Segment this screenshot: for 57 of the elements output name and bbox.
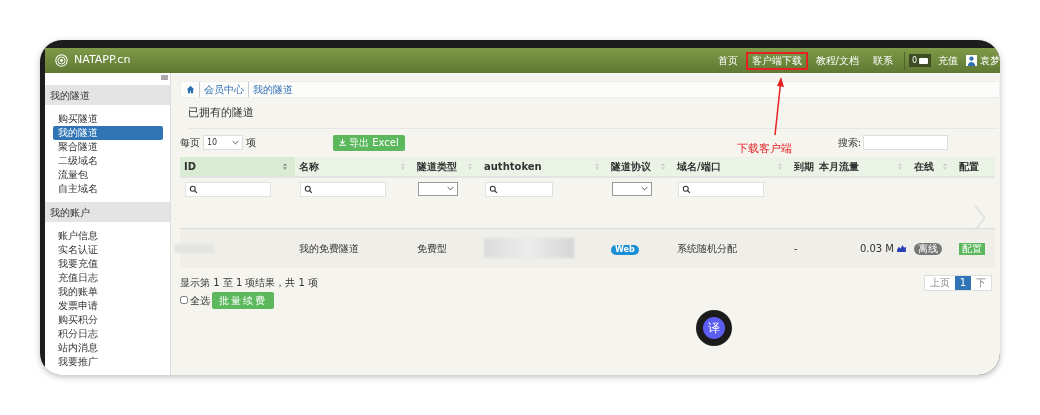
column-header[interactable]: 隧道协议 xyxy=(607,156,673,177)
nav-link[interactable]: 首页 xyxy=(711,51,744,70)
column-header[interactable]: 在线 xyxy=(910,156,955,177)
table-cell: 系统随机分配 xyxy=(673,228,790,268)
sidebar-section-header[interactable]: 我的隧道 xyxy=(45,85,170,105)
column-header[interactable]: 隧道类型 xyxy=(413,156,480,177)
sidebar-item[interactable]: 自主域名 xyxy=(53,182,163,196)
sidebar-item[interactable]: 发票申请 xyxy=(53,299,163,313)
pagination-button[interactable]: 上页 xyxy=(924,275,955,290)
sidebar-item[interactable]: 我的隧道 xyxy=(53,126,163,140)
column-header[interactable]: 域名/端口 xyxy=(673,156,790,177)
breadcrumb-link[interactable]: 我的隧道 xyxy=(248,82,293,97)
page-title: 已拥有的隧道 xyxy=(188,105,998,129)
sidebar-item[interactable]: 购买积分 xyxy=(53,313,163,327)
table-cell: 我的免费隧道 xyxy=(295,228,413,268)
column-header[interactable]: 名称 xyxy=(295,156,413,177)
per-page-unit: 项 xyxy=(246,136,256,150)
recharge-link[interactable]: 充值 xyxy=(938,53,958,68)
sidebar-item[interactable]: 流量包 xyxy=(53,168,163,182)
column-header[interactable]: 配置 xyxy=(955,156,995,177)
table-cell: - xyxy=(790,228,815,268)
translate-button[interactable]: 译 xyxy=(696,310,732,346)
select-all-label: 全选 xyxy=(190,293,210,308)
sidebar-item[interactable]: 积分日志 xyxy=(53,327,163,341)
per-page-select[interactable]: 10 xyxy=(203,135,243,150)
sidebar-item[interactable]: 购买隧道 xyxy=(53,112,163,126)
nav-link[interactable]: 教程/文档 xyxy=(809,51,865,70)
breadcrumb-link[interactable]: 会员中心 xyxy=(199,82,244,97)
sidebar-item[interactable]: 聚合隧道 xyxy=(53,140,163,154)
result-summary: 显示第 1 至 1 项结果，共 1 项 xyxy=(180,276,319,290)
column-header[interactable]: ID xyxy=(180,156,295,177)
column-header[interactable]: 到期 xyxy=(790,156,815,177)
sidebar-item[interactable]: 实名认证 xyxy=(53,243,163,257)
protocol-badge: Web xyxy=(611,244,639,255)
column-header[interactable]: 本月流量 xyxy=(815,156,910,177)
sidebar-item[interactable]: 充值日志 xyxy=(53,271,163,285)
per-page-label: 每页 xyxy=(180,136,200,150)
sidebar-item[interactable]: 我要充值 xyxy=(53,257,163,271)
annotation-text: 下载客户端 xyxy=(737,141,792,157)
sidebar-item[interactable]: 站内消息 xyxy=(53,341,163,355)
mail-badge[interactable]: 0 xyxy=(908,54,931,67)
user-name[interactable]: 袁梦 xyxy=(980,53,1000,68)
column-header[interactable]: authtoken xyxy=(480,156,607,177)
nav-link[interactable]: 联系 xyxy=(866,51,899,70)
sidebar-item[interactable]: 二级域名 xyxy=(53,154,163,168)
sidebar-item[interactable]: 我要推广 xyxy=(53,355,163,369)
pagination-button[interactable]: 下 xyxy=(971,275,991,290)
search-label: 搜索: xyxy=(837,136,862,150)
sidebar-item[interactable]: 账户信息 xyxy=(53,229,163,243)
sidebar-item[interactable]: 我的账单 xyxy=(53,285,163,299)
pagination-button[interactable]: 1 xyxy=(954,275,971,290)
table-cell: 免费型 xyxy=(413,228,480,268)
sidebar-section-header[interactable]: 我的账户 xyxy=(45,202,170,222)
nav-link[interactable]: 客户端下载 xyxy=(745,51,808,70)
traffic-value: 0.03 M xyxy=(859,241,894,256)
status-badge: 离线 xyxy=(914,242,942,255)
logo-text: NATAPP.cn xyxy=(74,52,131,69)
